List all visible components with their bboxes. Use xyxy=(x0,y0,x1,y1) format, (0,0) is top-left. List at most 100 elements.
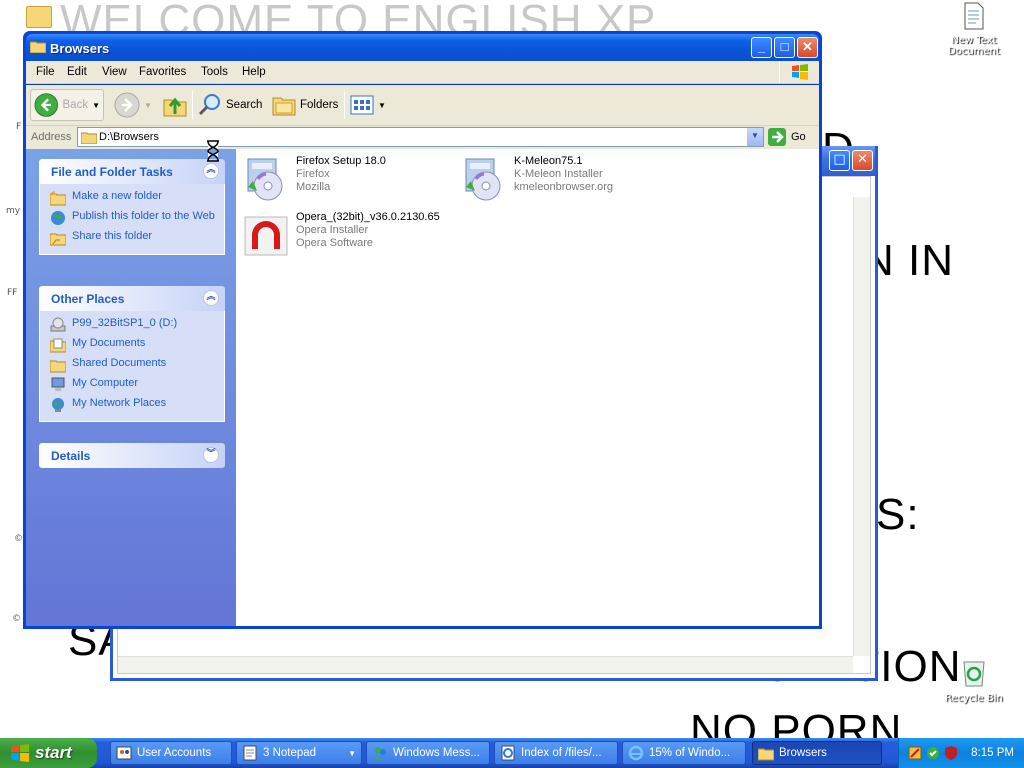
panel-body: P99_32BitSP1_0 (D:) My Documents Shared … xyxy=(39,311,225,422)
panel-body: Make a new folder Publish this folder to… xyxy=(39,184,225,255)
link-label: Publish this folder to the Web xyxy=(72,210,215,222)
installer-cd-icon xyxy=(247,158,283,201)
window-titlebar[interactable]: Browsers _ □ ✕ xyxy=(26,34,819,61)
panel-title: Details xyxy=(51,449,91,463)
folders-icon xyxy=(272,97,296,116)
address-bar: Address D:\Browsers ▼ Go xyxy=(26,126,819,149)
collapse-chevron-icon[interactable]: ︽ xyxy=(203,163,219,179)
back-label: Back xyxy=(62,99,89,111)
tray-shield-icon[interactable] xyxy=(943,745,959,761)
views-icon xyxy=(350,95,374,115)
search-button[interactable]: Search xyxy=(198,89,262,121)
share-folder-link[interactable]: Share this folder xyxy=(50,230,224,246)
folder-icon xyxy=(50,360,66,373)
group-dropdown-icon[interactable]: ▼ xyxy=(348,749,356,758)
minimize-button[interactable]: _ xyxy=(751,37,772,58)
desktop-folder-icon[interactable] xyxy=(26,6,52,28)
go-button[interactable]: Go xyxy=(768,128,806,146)
task-label: Browsers xyxy=(779,747,827,759)
taskbar-item-browsers[interactable]: Browsers xyxy=(752,741,882,765)
hourglass-cursor-icon xyxy=(207,140,219,162)
vertical-scrollbar[interactable] xyxy=(853,197,870,656)
file-item-firefox-setup[interactable]: Firefox Setup 18.0 Firefox Mozilla xyxy=(242,155,386,203)
file-description: Opera Installer xyxy=(296,224,369,236)
start-button[interactable]: start xyxy=(0,738,97,768)
taskbar-item-user-accounts[interactable]: User Accounts xyxy=(110,741,232,765)
views-button[interactable]: ▼ xyxy=(350,89,386,121)
menu-view[interactable]: View xyxy=(102,66,127,78)
folder-icon xyxy=(30,41,46,53)
desktop-icon-new-text-document[interactable]: New Text Document xyxy=(936,2,1012,57)
taskbar-item-download-progress[interactable]: 15% of Windo... xyxy=(622,741,746,765)
search-icon xyxy=(198,94,220,116)
up-folder-icon xyxy=(163,97,187,117)
task-label: Index of /files/... xyxy=(521,747,602,759)
expand-chevron-icon[interactable]: ︾ xyxy=(203,447,219,463)
taskbar-item-windows-messenger[interactable]: Windows Mess... xyxy=(366,741,490,765)
desktop-icon-label: Recycle Bin xyxy=(945,693,1003,704)
folder-icon xyxy=(81,132,97,144)
file-list-area[interactable]: Firefox Setup 18.0 Firefox Mozilla K-Mel… xyxy=(236,149,819,626)
publish-folder-link[interactable]: Publish this folder to the Web xyxy=(50,210,224,226)
shared-documents-link[interactable]: Shared Documents xyxy=(50,357,224,373)
start-label: start xyxy=(35,743,72,762)
address-dropdown-button[interactable]: ▼ xyxy=(746,128,763,146)
back-button[interactable]: Back ▼ xyxy=(30,89,104,121)
forward-dropdown-icon[interactable]: ▼ xyxy=(144,101,152,110)
desktop-icon-recycle-bin[interactable]: Recycle Bin xyxy=(936,656,1012,704)
link-label: Shared Documents xyxy=(72,357,167,369)
back-dropdown-icon[interactable]: ▼ xyxy=(92,101,100,110)
maximize-button[interactable]: □ xyxy=(829,150,850,171)
task-label: User Accounts xyxy=(137,747,212,759)
task-label: Windows Mess... xyxy=(393,747,480,759)
maximize-button[interactable]: □ xyxy=(774,37,795,58)
views-dropdown-icon[interactable]: ▼ xyxy=(378,101,386,110)
file-item-k-meleon[interactable]: K-Meleon75.1 K-Meleon Installer kmeleonb… xyxy=(460,155,613,203)
system-tray: 8:15 PM xyxy=(898,738,1024,768)
globe-icon xyxy=(51,211,65,225)
taskbar-item-index-of-files[interactable]: Index of /files/... xyxy=(494,741,618,765)
address-input[interactable]: D:\Browsers ▼ xyxy=(77,127,764,147)
panel-header[interactable]: Details ︾ xyxy=(39,443,225,468)
desktop-side-label: my xyxy=(6,206,21,216)
up-folder-button[interactable] xyxy=(162,89,188,121)
panel-header[interactable]: Other Places ︽ xyxy=(39,286,225,311)
folders-button[interactable]: Folders xyxy=(272,89,338,121)
explorer-window[interactable]: Browsers _ □ ✕ File Edit View Favorites … xyxy=(23,31,822,629)
file-item-opera[interactable]: Opera_(32bit)_v36.0.2130.65 Opera Instal… xyxy=(242,211,440,259)
my-documents-link[interactable]: My Documents xyxy=(50,337,224,353)
desktop-side-label: FF xyxy=(7,288,18,298)
link-label: P99_32BitSP1_0 (D:) xyxy=(72,317,178,329)
tray-network-icon[interactable] xyxy=(925,745,941,761)
tray-security-icon[interactable] xyxy=(907,745,923,761)
drive-d-link[interactable]: P99_32BitSP1_0 (D:) xyxy=(50,317,224,333)
folder-icon xyxy=(758,748,774,761)
my-computer-link[interactable]: My Computer xyxy=(50,377,224,393)
collapse-chevron-icon[interactable]: ︽ xyxy=(203,290,219,306)
link-label: My Computer xyxy=(72,377,139,389)
menu-help[interactable]: Help xyxy=(242,66,266,78)
close-button[interactable]: ✕ xyxy=(797,37,818,58)
menu-favorites[interactable]: Favorites xyxy=(139,66,186,78)
panel-header[interactable]: File and Folder Tasks ︽ xyxy=(39,159,225,184)
close-button[interactable]: ✕ xyxy=(852,150,873,171)
forward-button[interactable]: ▼ xyxy=(114,89,152,121)
toolbar-separator xyxy=(192,91,193,119)
menu-edit[interactable]: Edit xyxy=(67,66,87,78)
menu-tools[interactable]: Tools xyxy=(201,66,228,78)
chevron-down-icon: ▼ xyxy=(751,131,759,140)
my-network-places-link[interactable]: My Network Places xyxy=(50,397,224,413)
file-name: Opera_(32bit)_v36.0.2130.65 xyxy=(296,211,440,223)
link-label: My Documents xyxy=(72,337,146,349)
clock[interactable]: 8:15 PM xyxy=(971,747,1014,759)
my-documents-icon xyxy=(50,338,66,353)
desktop-side-label: © xyxy=(12,614,21,624)
horizontal-scrollbar[interactable] xyxy=(118,656,853,673)
make-new-folder-link[interactable]: Make a new folder xyxy=(50,190,224,206)
folders-label: Folders xyxy=(300,99,339,111)
windows-logo-icon xyxy=(779,61,819,83)
opera-installer-icon xyxy=(244,216,288,256)
menu-file[interactable]: File xyxy=(36,66,55,78)
task-label: 3 Notepad xyxy=(263,747,317,759)
taskbar-item-notepad[interactable]: 3 Notepad ▼ xyxy=(236,741,362,765)
